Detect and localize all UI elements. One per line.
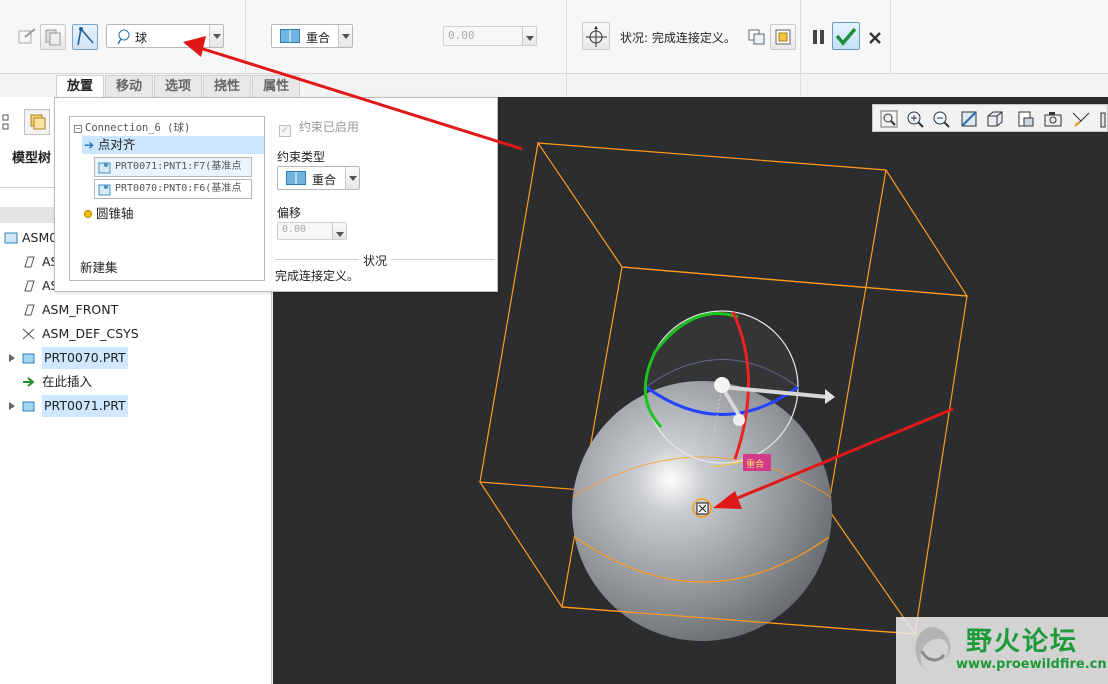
constraint-enabled-checkbox[interactable]: ✓ 约束已启用 — [279, 118, 359, 137]
status-dot-icon — [84, 210, 92, 218]
datum-point-icon — [98, 184, 111, 196]
pause-button[interactable] — [806, 24, 832, 50]
constraint-type-value: 重合 — [312, 173, 337, 187]
close-icon — [869, 32, 881, 44]
expand-arrow-icon[interactable] — [8, 353, 16, 363]
insert-arrow-icon — [23, 377, 35, 387]
check-icon — [835, 27, 857, 46]
view-toolbar — [872, 104, 1108, 132]
chevron-down-icon[interactable] — [332, 223, 346, 239]
datum-plane-icon — [24, 256, 35, 268]
drag-components-button[interactable] — [582, 22, 610, 50]
forum-title: 野火论坛 — [966, 627, 1079, 657]
status-text: 状况: 完成连接定义。 — [620, 31, 736, 45]
tree-item-insert-here[interactable]: 在此插入 — [0, 371, 200, 393]
connection-set-item[interactable]: − Connection_6 (球) — [74, 119, 190, 137]
chevron-down-icon[interactable] — [338, 25, 352, 47]
constraint-type-select[interactable]: 重合 — [277, 166, 360, 190]
collapse-icon[interactable]: − — [74, 125, 82, 133]
point-align-item[interactable]: ➔ 点对齐 — [82, 136, 264, 154]
model-tree-label[interactable]: 模型树 — [12, 147, 51, 166]
part-icon — [22, 353, 35, 364]
constraint-set-list: − Connection_6 (球) ➔ 点对齐 PRT0071:PNT1:F7(… — [69, 116, 265, 281]
display-style-icon[interactable] — [1015, 109, 1035, 129]
saved-views-icon[interactable] — [985, 109, 1005, 129]
offset-field[interactable]: 0.00 — [277, 222, 347, 240]
forum-logo-icon — [915, 627, 951, 669]
ball-joint-icon — [117, 29, 130, 45]
forum-url: www.proewildfire.cn — [956, 657, 1107, 672]
tree-item-prt0071[interactable]: PRT0071.PRT — [0, 395, 200, 417]
chevron-down-icon[interactable] — [209, 25, 223, 47]
tab-move[interactable]: 移动 — [105, 75, 154, 97]
cancel-button[interactable] — [862, 24, 888, 50]
reference-1[interactable]: PRT0071:PNT1:F7(基准点 — [94, 157, 252, 177]
zoom-out-icon[interactable] — [931, 109, 951, 129]
tree-item-asm-front[interactable]: ASM_FRONT — [0, 299, 200, 321]
tab-properties[interactable]: 属性 — [252, 75, 301, 97]
tree-item-csys[interactable]: ASM_DEF_CSYS — [0, 323, 200, 345]
datum-display-icon[interactable] — [1071, 109, 1091, 129]
dashboard-ribbon: 球 重合 0.00 状况: 完成连接定义。 — [0, 0, 1108, 96]
model-tree-icon[interactable] — [0, 109, 22, 135]
datum-point-icon — [98, 162, 111, 174]
csys-icon — [22, 328, 35, 340]
chevron-down-icon[interactable] — [345, 167, 359, 189]
repaint-icon[interactable] — [959, 109, 979, 129]
chevron-down-icon[interactable] — [522, 27, 536, 45]
zoom-in-icon[interactable] — [905, 109, 925, 129]
connection-type-select[interactable]: 球 — [106, 24, 224, 48]
expand-arrow-icon[interactable] — [8, 401, 16, 411]
constraint-select[interactable]: 重合 — [271, 24, 353, 48]
more-views-icon[interactable] — [1097, 109, 1108, 129]
constraint-mode-button[interactable] — [40, 24, 66, 50]
arrow-right-icon: ➔ — [84, 138, 95, 152]
cone-axis-item[interactable]: 圆锥轴 — [84, 205, 134, 223]
placement-panel: − Connection_6 (球) ➔ 点对齐 PRT0071:PNT1:F7(… — [54, 97, 498, 292]
separate-window-icon[interactable] — [744, 24, 770, 50]
new-set-link[interactable]: 新建集 — [80, 259, 118, 277]
status-message: 完成连接定义。 — [275, 269, 360, 283]
user-defined-icon[interactable] — [14, 24, 40, 50]
coincident-icon — [286, 171, 306, 185]
refit-icon[interactable] — [879, 109, 899, 129]
tab-flexibility[interactable]: 挠性 — [203, 75, 252, 97]
constraint-value: 重合 — [306, 31, 331, 45]
assembly-icon — [4, 232, 18, 244]
tree-item-prt0070[interactable]: PRT0070.PRT — [0, 347, 200, 369]
forum-watermark: 野火论坛 www.proewildfire.cn — [896, 617, 1108, 684]
camera-icon[interactable] — [1043, 109, 1063, 129]
part-icon — [22, 401, 35, 412]
status-heading: 状况 — [359, 252, 392, 269]
reference-2[interactable]: PRT0070:PNT0:F6(基准点 — [94, 179, 252, 199]
datum-plane-icon — [24, 304, 35, 316]
tab-options[interactable]: 选项 — [154, 75, 203, 97]
coincident-tag: 重合 — [746, 460, 765, 470]
connection-type-value: 球 — [135, 31, 148, 45]
assembly-window-button[interactable] — [770, 24, 796, 50]
confirm-button[interactable] — [832, 22, 860, 50]
constraint-type-label: 约束类型 — [277, 150, 326, 164]
dashboard-tabs: 放置 移动 选项 挠性 属性 — [56, 75, 301, 97]
tab-placement[interactable]: 放置 — [56, 75, 105, 97]
offset-input[interactable]: 0.00 — [443, 26, 537, 46]
connection-mode-button[interactable] — [72, 24, 98, 50]
offset-value: 0.00 — [448, 29, 475, 42]
offset-label: 偏移 — [277, 206, 302, 220]
layer-tree-icon[interactable] — [24, 109, 50, 135]
datum-plane-icon — [24, 280, 35, 292]
coincident-icon — [280, 29, 300, 43]
